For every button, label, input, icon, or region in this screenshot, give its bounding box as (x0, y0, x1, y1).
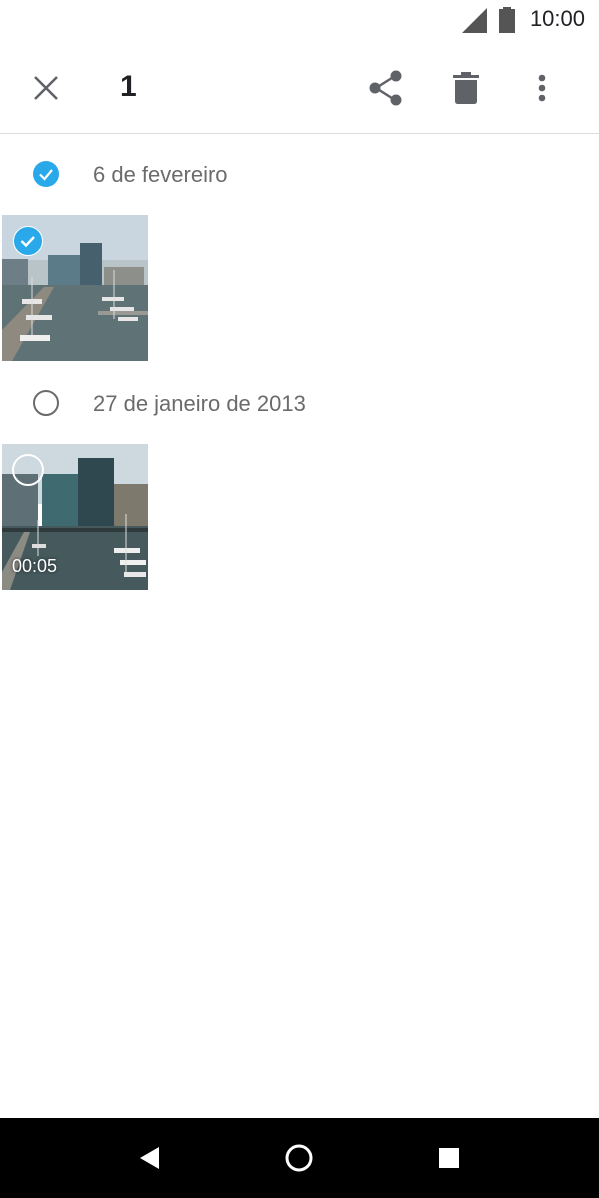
checkmark-icon (39, 169, 53, 181)
selected-count: 1 (120, 70, 137, 103)
section-select-checkbox[interactable] (33, 390, 59, 416)
back-icon (140, 1147, 159, 1169)
video-thumbnail[interactable]: 00:05 (2, 444, 148, 590)
checkmark-icon (20, 236, 35, 248)
close-icon (34, 76, 58, 100)
close-selection-button[interactable] (22, 64, 70, 112)
home-icon (285, 1144, 313, 1172)
status-time: 10:00 (529, 6, 585, 31)
signal-icon (462, 8, 487, 33)
battery-icon (499, 7, 515, 33)
share-button[interactable] (362, 64, 410, 112)
date-section-header[interactable]: 27 de janeiro de 2013 (0, 378, 599, 428)
recents-button[interactable] (429, 1138, 469, 1178)
date-section-header[interactable]: 6 de fevereiro (0, 149, 599, 199)
photo-thumbnail[interactable] (2, 215, 148, 361)
delete-button[interactable] (442, 64, 490, 112)
selection-toolbar: 1 (0, 42, 599, 133)
delete-icon (453, 72, 479, 104)
toolbar-divider (0, 133, 599, 134)
share-icon (369, 70, 402, 106)
section-date-label: 6 de fevereiro (93, 162, 228, 187)
more-vert-icon (538, 74, 546, 102)
more-options-button[interactable] (518, 64, 566, 112)
section-date-label: 27 de janeiro de 2013 (93, 391, 306, 416)
item-select-checkbox[interactable] (13, 226, 43, 256)
system-nav-bar (0, 1118, 599, 1198)
section-select-checkbox[interactable] (33, 161, 59, 187)
back-button[interactable] (130, 1138, 170, 1178)
item-select-checkbox[interactable] (12, 454, 44, 486)
recents-icon (439, 1148, 459, 1168)
home-button[interactable] (279, 1138, 319, 1178)
status-bar: 10:00 (0, 0, 599, 42)
video-duration: 00:05 (12, 556, 58, 576)
